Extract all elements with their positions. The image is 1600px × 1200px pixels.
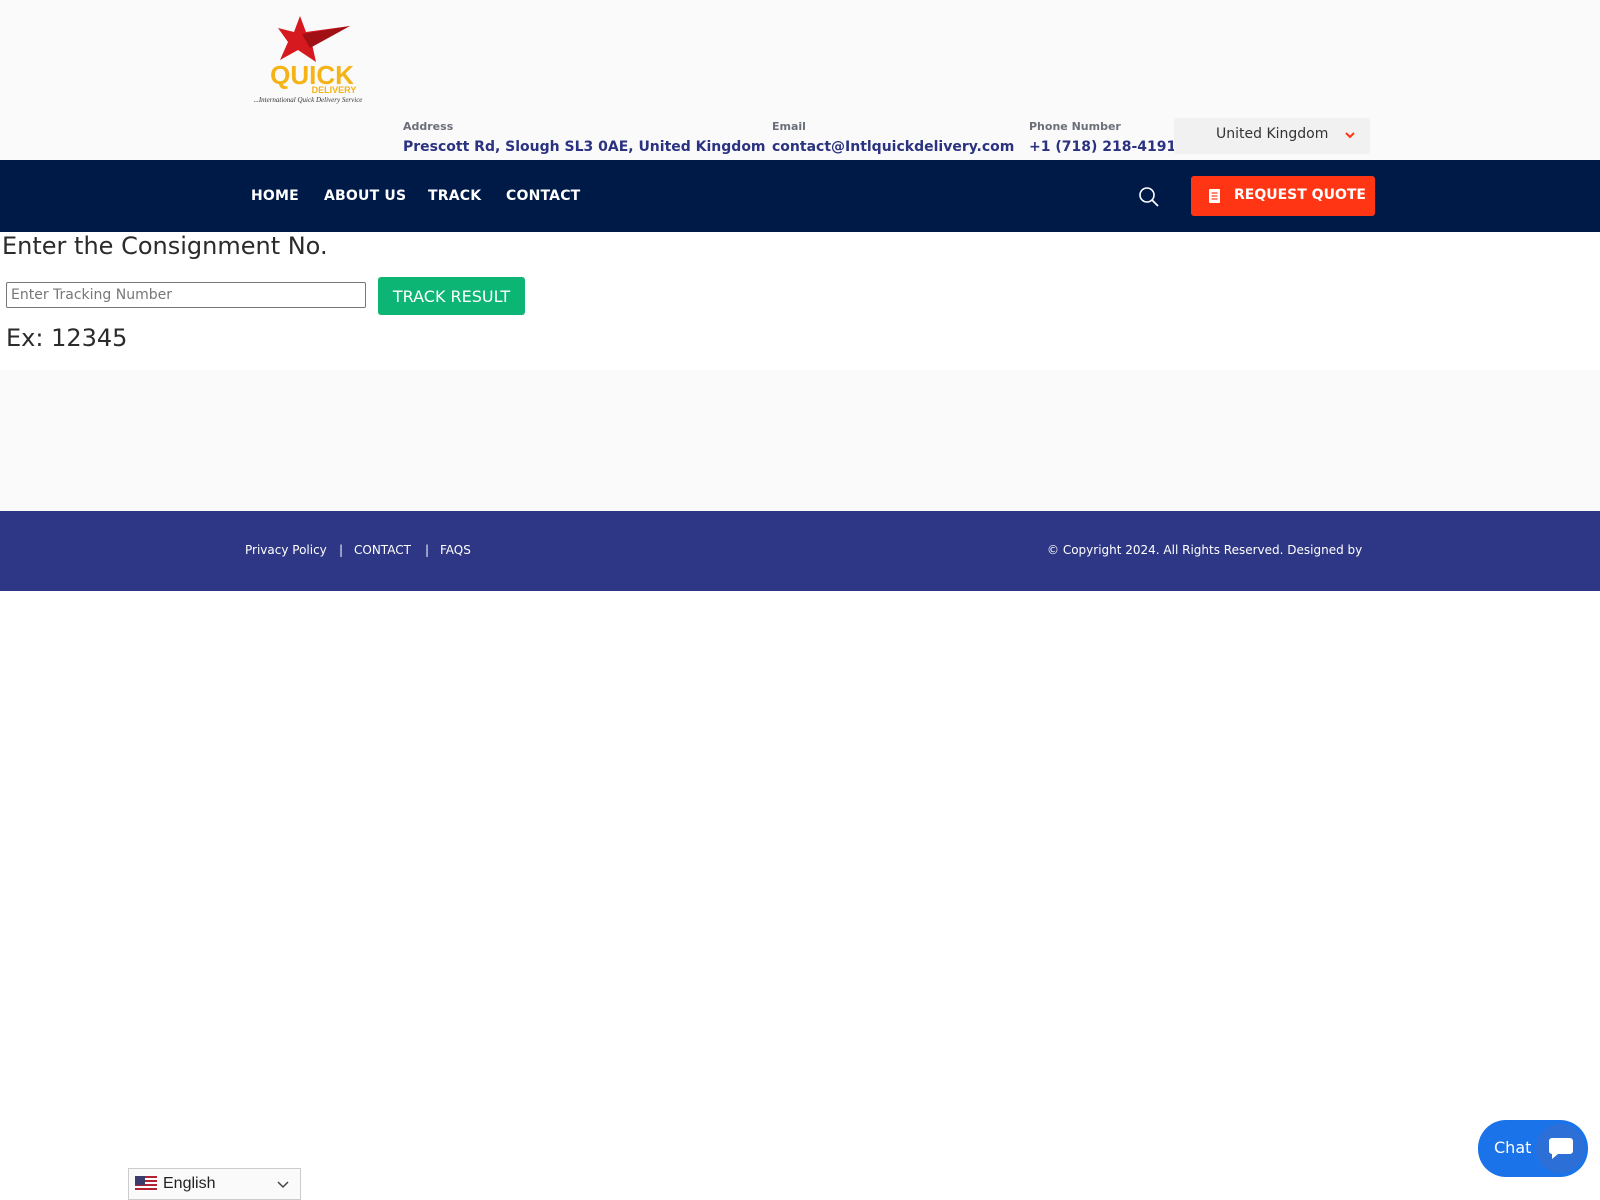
- footer-link-contact[interactable]: CONTACT: [354, 543, 411, 557]
- phone-label: Phone Number: [1029, 120, 1121, 133]
- language-select[interactable]: English: [128, 1168, 301, 1200]
- document-icon: [1209, 189, 1220, 203]
- request-quote-label: REQUEST QUOTE: [1234, 187, 1366, 203]
- country-select-value: United Kingdom: [1216, 126, 1329, 142]
- chevron-down-icon: [277, 1181, 289, 1189]
- chat-button[interactable]: Chat: [1478, 1120, 1588, 1177]
- nav-contact[interactable]: CONTACT: [506, 188, 580, 204]
- footer-link-privacy-policy[interactable]: Privacy Policy: [245, 543, 327, 557]
- chat-bubble: [1536, 1124, 1585, 1173]
- logo-sub: DELIVERY: [312, 85, 357, 95]
- language-select-value: English: [163, 1175, 216, 1192]
- content-spacer: [0, 370, 1600, 511]
- footer-link-faqs[interactable]: FAQS: [440, 543, 471, 557]
- tracking-example: Ex: 12345: [6, 324, 128, 352]
- email-value[interactable]: contact@Intlquickdelivery.com: [772, 137, 1014, 157]
- track-result-button[interactable]: TRACK RESULT: [378, 277, 525, 315]
- country-select[interactable]: United Kingdom: [1174, 118, 1370, 154]
- logo-graphic: QUICK DELIVERY ...International Quick De…: [254, 16, 363, 104]
- address-value: Prescott Rd, Slough SL3 0AE, United King…: [403, 139, 766, 155]
- logo[interactable]: QUICK DELIVERY ...International Quick De…: [250, 14, 374, 104]
- footer-separator: |: [425, 543, 430, 557]
- copyright-text: © Copyright 2024. All Rights Reserved. D…: [1047, 543, 1363, 557]
- top-bar: QUICK DELIVERY ...International Quick De…: [0, 0, 1600, 160]
- phone-block: Phone Number +1 (718) 218-4191: [1029, 120, 1176, 157]
- us-flag-icon: [135, 1176, 157, 1192]
- chat-label: Chat: [1494, 1138, 1532, 1157]
- request-quote-button[interactable]: REQUEST QUOTE: [1191, 176, 1375, 216]
- footer-separator: |: [339, 543, 344, 557]
- address-label: Address: [403, 120, 454, 133]
- chevron-down-icon: [1345, 132, 1355, 139]
- tracking-number-input[interactable]: [6, 282, 366, 308]
- nav-about-us[interactable]: ABOUT US: [324, 188, 406, 204]
- page-title: Enter the Consignment No.: [2, 232, 328, 260]
- email-block: Email contact@Intlquickdelivery.com: [772, 120, 1014, 157]
- chat-bubble-icon: [1549, 1138, 1573, 1159]
- search-icon[interactable]: [1138, 186, 1160, 208]
- nav-track[interactable]: TRACK: [428, 188, 481, 204]
- email-label: Email: [772, 120, 806, 133]
- footer: Privacy Policy | CONTACT | FAQS © Copyri…: [0, 511, 1600, 591]
- phone-value[interactable]: +1 (718) 218-4191: [1029, 137, 1176, 157]
- nav-home[interactable]: HOME: [251, 188, 299, 204]
- address-block: Address Prescott Rd, Slough SL3 0AE, Uni…: [403, 120, 766, 157]
- logo-tagline: ...International Quick Delivery Service: [254, 96, 363, 104]
